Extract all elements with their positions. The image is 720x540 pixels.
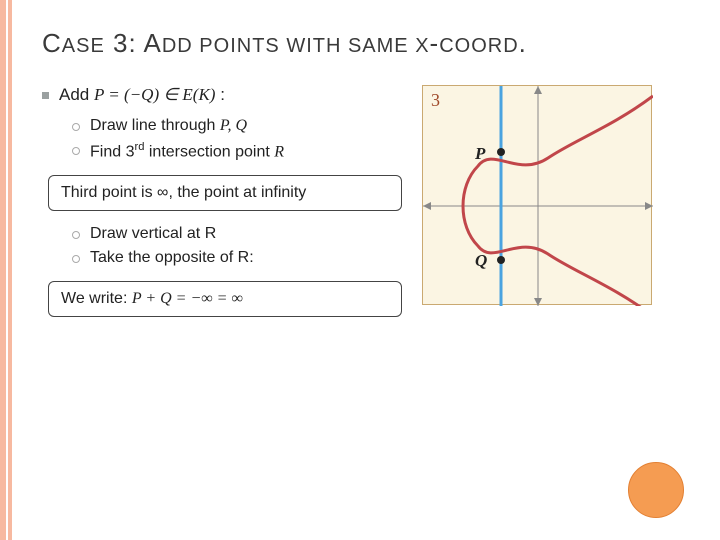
box-third-point: Third point is ∞, the point at infinity [48, 175, 402, 211]
slide-title: CASE 3: ADD POINTS WITH SAME X-COORD. [42, 28, 690, 59]
box-we-write: We write: P + Q = −∞ = ∞ [48, 281, 402, 317]
sub2-d: R [274, 143, 284, 160]
box2-text: We write: P + Q = −∞ = ∞ [61, 290, 243, 307]
box2-b: P + Q = −∞ = ∞ [132, 290, 243, 307]
figure-svg [423, 86, 653, 306]
box1-text: Third point is ∞, the point at infinity [61, 184, 306, 201]
sub3-text: Draw vertical at R [90, 225, 216, 243]
add-equation: P = (−Q) ∈ E(K) [94, 85, 215, 104]
figure-label-q: Q [475, 251, 487, 271]
bullet-add-text: Add P = (−Q) ∈ E(K) : [59, 85, 225, 105]
title-text: CASE 3: ADD POINTS WITH SAME X-COORD. [42, 28, 527, 58]
bullet-find-intersection: Find 3rd intersection point R [72, 141, 402, 161]
right-column: 3 P Q [422, 85, 662, 331]
slide: CASE 3: ADD POINTS WITH SAME X-COORD. Ad… [12, 0, 720, 540]
bullet-take-opposite: Take the opposite of R: [72, 249, 402, 267]
circle-bullet-icon [72, 255, 80, 263]
circle-bullet-icon [72, 231, 80, 239]
square-bullet-icon [42, 92, 49, 99]
circle-bullet-icon [72, 147, 80, 155]
content-row: Add P = (−Q) ∈ E(K) : Draw line through … [42, 85, 690, 331]
orange-circle-icon [628, 462, 684, 518]
left-column: Add P = (−Q) ∈ E(K) : Draw line through … [42, 85, 402, 331]
bullet-draw-line-text: Draw line through P, Q [90, 117, 247, 135]
slide-accent-bar [0, 0, 12, 540]
bullet-draw-vertical: Draw vertical at R [72, 225, 402, 243]
sub2-c: intersection point [144, 143, 274, 160]
elliptic-curve-figure: 3 P Q [422, 85, 652, 305]
figure-label-p: P [475, 144, 485, 164]
sub4-text: Take the opposite of R: [90, 249, 254, 267]
bullet-add: Add P = (−Q) ∈ E(K) : [42, 85, 402, 105]
sub1-a: Draw line through [90, 117, 220, 134]
box2-a: We write: [61, 290, 132, 307]
sub2-b: rd [134, 141, 144, 153]
circle-bullet-icon [72, 123, 80, 131]
sub1-b: P, Q [220, 117, 247, 134]
add-prefix: Add [59, 85, 94, 104]
bullet-draw-line: Draw line through P, Q [72, 117, 402, 135]
add-suffix: : [215, 85, 224, 104]
bullet-find-text: Find 3rd intersection point R [90, 141, 284, 161]
sub2-a: Find 3 [90, 143, 134, 160]
